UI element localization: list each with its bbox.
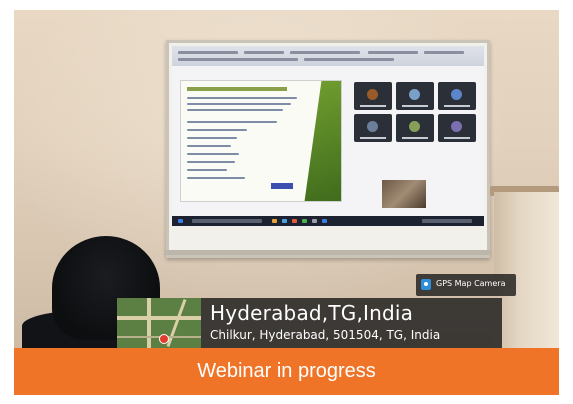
whiteboard: [166, 40, 490, 258]
webinar-photo: GPS Map Camera Hyderabad,TG,India Chilku…: [14, 10, 559, 348]
participant-tile: [354, 82, 392, 110]
video-thumbnail: [382, 180, 426, 208]
location-marker-icon: [159, 334, 169, 344]
slide-decoration: [304, 81, 341, 201]
location-title: Hyderabad,TG,India: [210, 301, 414, 325]
gps-app-badge: GPS Map Camera: [416, 274, 516, 296]
caption-text: Webinar in progress: [197, 360, 376, 382]
map-thumbnail: [117, 298, 201, 348]
podium: [494, 192, 559, 348]
caption-bar: Webinar in progress: [14, 348, 559, 395]
location-address: Chilkur, Hyderabad, 501504, TG, India: [210, 328, 441, 342]
participant-tile: [354, 114, 392, 142]
participant-tile: [438, 114, 476, 142]
participant-tile: [438, 82, 476, 110]
participant-tile: [396, 114, 434, 142]
whiteboard-tray: [164, 250, 490, 255]
shared-slide: [180, 80, 342, 202]
projected-screen: [172, 46, 484, 226]
gps-app-label: GPS Map Camera: [436, 279, 506, 288]
location-stamp: Hyderabad,TG,India Chilkur, Hyderabad, 5…: [117, 298, 502, 348]
browser-toolbar: [172, 46, 484, 67]
participant-tiles: [352, 80, 480, 220]
map-pin-icon: [421, 279, 431, 290]
photo-card: GPS Map Camera Hyderabad,TG,India Chilku…: [14, 10, 559, 395]
taskbar: [172, 216, 484, 226]
participant-tile: [396, 82, 434, 110]
meeting-area: [172, 66, 484, 216]
